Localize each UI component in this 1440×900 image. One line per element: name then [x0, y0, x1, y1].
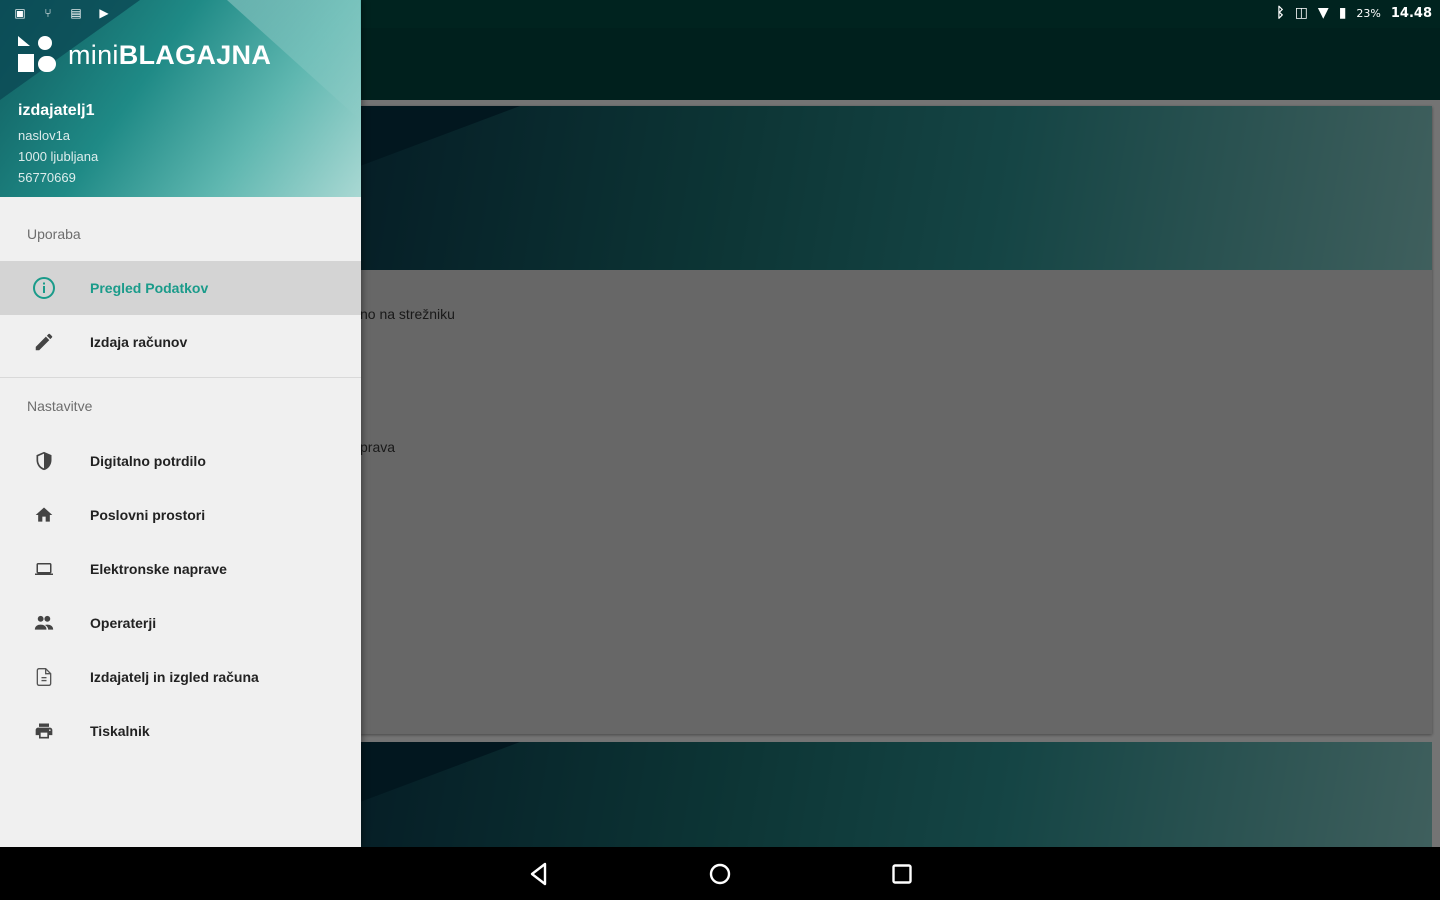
drawer-item-izdaja-racunov[interactable]: Izdaja računov: [0, 315, 361, 369]
drawer-item-elektronske-naprave[interactable]: Elektronske naprave: [0, 542, 361, 596]
drawer-item-label: Tiskalnik: [90, 723, 150, 739]
drawer-item-poslovni-prostori[interactable]: Poslovni prostori: [0, 488, 361, 542]
drawer-item-label: Elektronske naprave: [90, 561, 227, 577]
bluetooth-icon: ᛒ: [1276, 5, 1285, 21]
laptop-icon: [24, 560, 64, 578]
home-icon: [24, 505, 64, 525]
home-button-icon[interactable]: [707, 861, 733, 887]
drawer-item-label: Pregled Podatkov: [90, 280, 209, 296]
navigation-drawer: miniBLAGAJNA izdajatelj1 naslov1a 1000 l…: [0, 0, 361, 847]
drawer-item-tiskalnik[interactable]: Tiskalnik: [0, 704, 361, 758]
drawer-item-label: Digitalno potrdilo: [90, 453, 206, 469]
document-icon: [24, 666, 64, 688]
app-logo: miniBLAGAJNA: [18, 36, 271, 74]
recents-icon[interactable]: [889, 861, 915, 887]
section-title-nastavitve: Nastavitve: [27, 398, 93, 414]
status-right-icons: ᛒ ◫ ▼ ▮ 23% 14.48: [1276, 5, 1432, 21]
logo-mark-icon: [18, 36, 58, 74]
drawer-item-operaterji[interactable]: Operaterji: [0, 596, 361, 650]
info-icon: [24, 276, 64, 300]
drawer-header: miniBLAGAJNA izdajatelj1 naslov1a 1000 l…: [0, 0, 361, 197]
people-icon: [24, 613, 64, 633]
battery-icon: ▮: [1338, 5, 1347, 21]
wifi-icon: ▼: [1317, 5, 1329, 21]
printer-icon: [24, 721, 64, 741]
shield-icon: [24, 450, 64, 472]
drawer-item-label: Poslovni prostori: [90, 507, 206, 523]
drawer-item-label: Izdajatelj in izgled računa: [90, 669, 259, 685]
section-title-uporaba: Uporaba: [27, 226, 81, 242]
clock: 14.48: [1390, 5, 1432, 21]
issuer-address: naslov1a: [18, 128, 71, 143]
system-navigation-bar: [0, 847, 1440, 900]
issuer-info: izdajatelj1 naslov1a 1000 ljubljana 5677…: [18, 102, 98, 188]
vibrate-icon: ◫: [1294, 5, 1308, 21]
pencil-icon: [24, 331, 64, 353]
app-name: miniBLAGAJNA: [68, 39, 272, 70]
drawer-item-izdajatelj[interactable]: Izdajatelj in izgled računa: [0, 650, 361, 704]
drawer-item-label: Operaterji: [90, 615, 157, 631]
issuer-tax-number: 56770669: [18, 170, 76, 185]
issuer-name: izdajatelj1: [18, 102, 95, 119]
drawer-item-pregled-podatkov[interactable]: Pregled Podatkov: [0, 261, 361, 315]
battery-percent: 23%: [1356, 6, 1381, 20]
drawer-item-digitalno-potrdilo[interactable]: Digitalno potrdilo: [0, 434, 361, 488]
issuer-city: 1000 ljubljana: [18, 149, 99, 164]
drawer-item-label: Izdaja računov: [90, 334, 188, 350]
back-icon[interactable]: [526, 861, 552, 887]
